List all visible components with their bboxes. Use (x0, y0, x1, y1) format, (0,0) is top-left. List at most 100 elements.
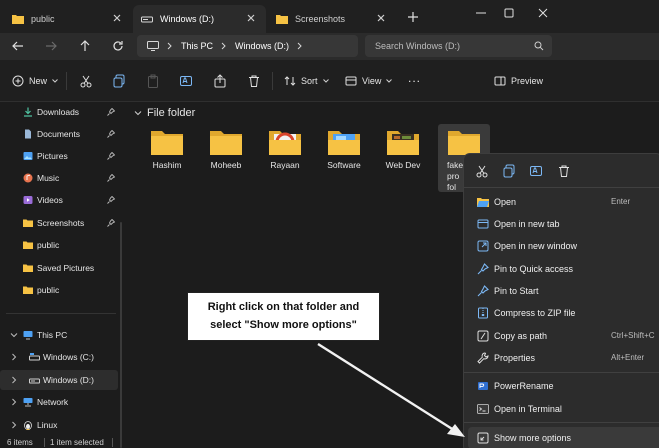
forward-arrow-icon[interactable] (43, 38, 59, 54)
breadcrumb-windows-d[interactable]: Windows (D:) (235, 41, 289, 51)
rename-icon[interactable] (179, 73, 193, 89)
preview-label: Preview (511, 76, 544, 86)
sidebar-item-screenshots[interactable]: Screenshots (0, 213, 118, 233)
up-arrow-icon[interactable] (77, 38, 93, 54)
pin-icon (477, 285, 489, 297)
sidebar-item-videos[interactable]: Videos (0, 190, 118, 210)
new-tab-icon[interactable] (407, 11, 419, 23)
menu-item-open-new-window[interactable]: Open in new window (468, 235, 659, 257)
menu-item-compress-zip[interactable]: Compress to ZIP file (468, 302, 659, 324)
cut-icon[interactable] (79, 73, 93, 89)
folder-icon (387, 129, 419, 155)
chevron-right-icon[interactable] (10, 398, 18, 406)
sidebar-item-windows-c[interactable]: Windows (C:) (0, 347, 118, 367)
view-button[interactable]: View (345, 73, 393, 89)
pin-icon[interactable] (107, 130, 115, 138)
sidebar-item-network[interactable]: Network (0, 392, 118, 412)
chevron-down-icon (322, 79, 329, 83)
share-icon[interactable] (213, 73, 227, 89)
chevron-right-icon (297, 42, 303, 50)
status-bar: 6 items 1 item selected (0, 438, 659, 448)
folder-icon (276, 14, 288, 24)
pin-icon[interactable] (107, 196, 115, 204)
preview-button[interactable]: Preview (494, 73, 543, 89)
sidebar-item-this-pc[interactable]: This PC (0, 325, 118, 345)
folder-web-dev[interactable]: Web Dev (374, 126, 432, 192)
sidebar-item-public-2[interactable]: public (0, 280, 118, 300)
copy-icon[interactable] (502, 164, 518, 180)
folder-icon (23, 285, 33, 295)
chevron-down-icon (386, 79, 393, 83)
close-window-icon[interactable] (531, 3, 555, 23)
sidebar-item-documents[interactable]: Documents (0, 124, 118, 144)
menu-item-properties[interactable]: Properties Alt+Enter (468, 347, 659, 369)
pin-icon[interactable] (107, 219, 115, 227)
sidebar-item-music[interactable]: Music (0, 168, 118, 188)
folder-rayaan[interactable]: Rayaan (256, 126, 314, 192)
copy-icon[interactable] (112, 73, 126, 89)
tab-public[interactable]: public (4, 5, 132, 33)
pin-icon[interactable] (107, 174, 115, 182)
music-icon (23, 173, 33, 183)
maximize-icon[interactable] (497, 3, 521, 23)
sort-icon (284, 75, 296, 87)
sidebar-item-downloads[interactable]: Downloads (0, 102, 118, 122)
pin-icon[interactable] (107, 152, 115, 160)
breadcrumb-this-pc[interactable]: This PC (181, 41, 213, 51)
minimize-icon[interactable] (469, 3, 493, 23)
linux-penguin-icon (23, 420, 33, 430)
menu-item-pin-start[interactable]: Pin to Start (468, 280, 659, 302)
chevron-right-icon (167, 42, 173, 50)
sidebar-item-public[interactable]: public (0, 235, 118, 255)
selection-count: 1 item selected (50, 438, 104, 447)
pin-icon[interactable] (107, 108, 115, 116)
menu-item-pin-quick-access[interactable]: Pin to Quick access (468, 258, 659, 280)
more-button[interactable]: ... (408, 70, 421, 86)
folder-moheeb[interactable]: Moheeb (197, 126, 255, 192)
chevron-down-icon (134, 109, 142, 117)
new-label: New (29, 76, 48, 86)
menu-item-open-new-tab[interactable]: Open in new tab (468, 213, 659, 235)
sort-button[interactable]: Sort (284, 73, 329, 89)
tab-windows-d[interactable]: Windows (D:) (133, 5, 266, 33)
chevron-right-icon[interactable] (10, 353, 18, 361)
close-icon[interactable] (375, 12, 387, 24)
close-icon[interactable] (111, 12, 123, 24)
divider (464, 187, 659, 188)
rename-icon[interactable] (529, 164, 545, 180)
new-button[interactable]: New (12, 73, 58, 89)
download-icon (23, 107, 33, 117)
search-icon (534, 41, 544, 51)
group-header-file-folder[interactable]: File folder (134, 107, 195, 119)
sidebar-item-linux[interactable]: Linux (0, 415, 118, 435)
chevron-right-icon[interactable] (10, 376, 18, 384)
folder-software[interactable]: Software (315, 126, 373, 192)
wrench-icon (477, 352, 489, 364)
sidebar-scrollbar[interactable] (120, 222, 122, 448)
delete-icon[interactable] (557, 164, 573, 180)
menu-item-open[interactable]: Open Enter (468, 191, 659, 213)
tab-screenshots[interactable]: Screenshots (268, 5, 396, 33)
open-folder-icon (477, 196, 489, 208)
menu-item-copy-as-path[interactable]: Copy as path Ctrl+Shift+C (468, 325, 659, 347)
sidebar-item-windows-d[interactable]: Windows (D:) (0, 370, 118, 390)
sidebar-item-saved-pictures[interactable]: Saved Pictures (0, 258, 118, 278)
menu-item-open-terminal[interactable]: Open in Terminal (468, 398, 659, 420)
chevron-right-icon[interactable] (10, 421, 18, 429)
sidebar-item-pictures[interactable]: Pictures (0, 146, 118, 166)
paste-icon[interactable] (146, 73, 160, 89)
back-arrow-icon[interactable] (10, 38, 26, 54)
cut-icon[interactable] (475, 164, 491, 180)
delete-icon[interactable] (247, 73, 261, 89)
tab-bar: public Windows (D:) Screenshots (0, 0, 659, 33)
view-label: View (362, 76, 382, 86)
close-icon[interactable] (245, 12, 257, 24)
power-rename-icon (477, 380, 489, 392)
chevron-down-icon[interactable] (10, 331, 18, 339)
folder-icon (12, 14, 24, 24)
refresh-icon[interactable] (110, 38, 126, 54)
folder-hashim[interactable]: Hashim (138, 126, 196, 192)
menu-item-power-rename[interactable]: PowerRename (468, 375, 659, 397)
address-field[interactable]: This PC Windows (D:) (137, 35, 358, 57)
search-input[interactable]: Search Windows (D:) (365, 35, 552, 57)
